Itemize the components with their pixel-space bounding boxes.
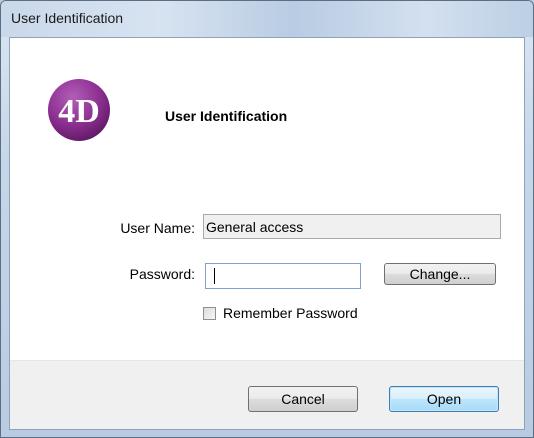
change-password-button[interactable]: Change...	[384, 263, 496, 285]
user-identification-dialog: User Identification 4D User Identificati…	[0, 0, 534, 438]
username-label: User Name:	[120, 220, 195, 236]
text-caret	[214, 268, 215, 284]
username-field[interactable]: General access	[203, 214, 501, 239]
app-logo-icon: 4D	[48, 79, 110, 141]
title-bar[interactable]: User Identification	[1, 1, 533, 37]
open-button[interactable]: Open	[389, 386, 499, 412]
remember-password-checkbox[interactable]	[203, 307, 216, 320]
remember-password-label[interactable]: Remember Password	[223, 305, 358, 321]
window-title: User Identification	[11, 10, 124, 26]
logo-text: 4D	[58, 93, 100, 130]
dialog-heading: User Identification	[165, 108, 288, 124]
dialog-content: 4D User Identification User Name: Genera…	[9, 37, 525, 430]
cancel-button[interactable]: Cancel	[248, 386, 358, 412]
password-label: Password:	[129, 266, 195, 282]
password-input[interactable]	[205, 263, 361, 289]
